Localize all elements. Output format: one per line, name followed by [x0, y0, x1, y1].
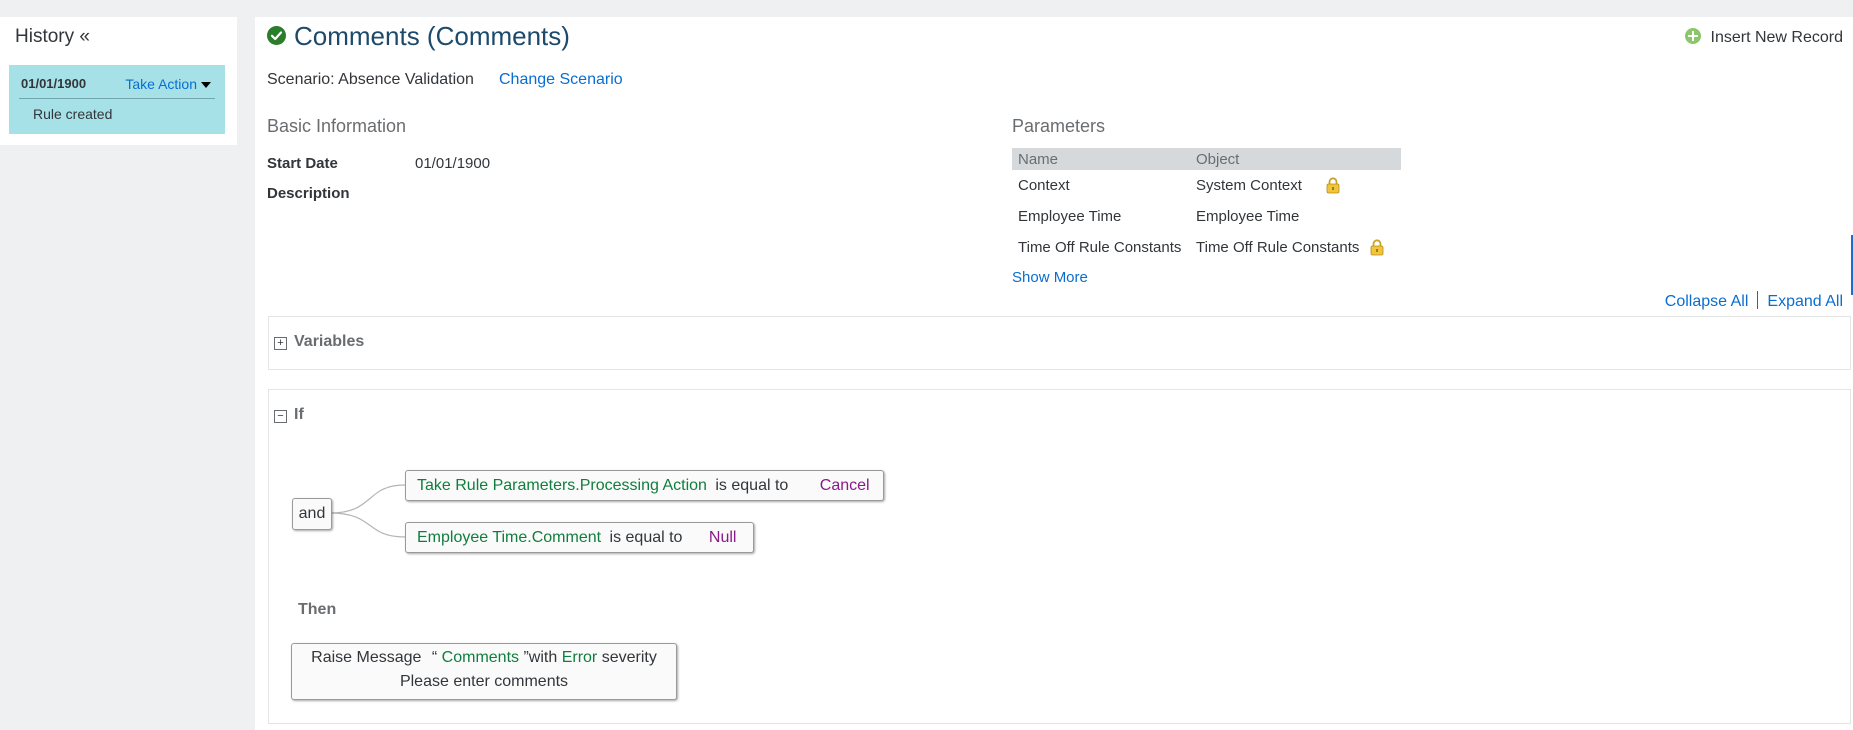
condition-node[interactable]: Employee Time.Comment is equal to Null	[405, 522, 754, 553]
condition-operator[interactable]: is equal to	[715, 477, 788, 494]
param-object-cell: Time Off Rule Constants	[1190, 232, 1401, 263]
table-header-row: Name Object	[1012, 148, 1401, 170]
open-quote: “	[431, 649, 438, 666]
history-entry-note: Rule created	[33, 106, 113, 122]
message-key[interactable]: Comments	[442, 649, 519, 666]
parameters-table: Name Object Context System Context Emplo…	[1012, 148, 1401, 263]
table-row: Context System Context	[1012, 170, 1401, 201]
show-more-link[interactable]: Show More	[1012, 269, 1088, 286]
column-header-object: Object	[1190, 148, 1401, 170]
expand-all-link[interactable]: Expand All	[1767, 293, 1843, 310]
history-entry-date: 01/01/1900	[21, 76, 87, 91]
lock-icon	[1326, 177, 1340, 194]
table-row: Employee Time Employee Time	[1012, 201, 1401, 232]
rule-editor-panel: Comments (Comments) Insert New Record Sc…	[255, 17, 1853, 730]
divider	[1757, 291, 1759, 309]
condition-value[interactable]: Null	[709, 529, 737, 546]
with-text: with	[528, 649, 558, 666]
condition-field[interactable]: Take Rule Parameters.Processing Action	[417, 477, 707, 494]
history-title[interactable]: History «	[0, 17, 237, 59]
condition-node[interactable]: Take Rule Parameters.Processing Action i…	[405, 470, 884, 501]
insert-new-record-label: Insert New Record	[1710, 29, 1844, 46]
param-object-cell: Employee Time	[1190, 201, 1401, 232]
parameters-heading: Parameters	[1012, 116, 1106, 136]
param-name: Time Off Rule Constants	[1018, 239, 1182, 256]
column-header-name: Name	[1012, 148, 1190, 170]
action-verb: Raise Message	[311, 649, 422, 666]
take-action-button[interactable]: Take Action	[125, 76, 211, 92]
table-row: Time Off Rule Constants Time Off Rule Co…	[1012, 232, 1401, 263]
condition-field[interactable]: Employee Time.Comment	[417, 529, 601, 546]
action-line: Raise Message “ Comments ”with Error sev…	[292, 644, 676, 672]
history-panel: History « 01/01/1900 Take Action Rule cr…	[0, 17, 237, 145]
raise-message-node[interactable]: Raise Message “ Comments ”with Error sev…	[291, 643, 677, 700]
condition-connectors	[329, 484, 406, 538]
insert-new-record-button[interactable]: Insert New Record	[1684, 28, 1844, 47]
param-name: Context	[1018, 177, 1070, 194]
add-circle-icon	[1684, 28, 1701, 44]
then-title: Then	[298, 601, 337, 618]
history-entry[interactable]: 01/01/1900 Take Action Rule created	[9, 65, 225, 134]
caret-down-icon	[201, 82, 211, 89]
param-object: Time Off Rule Constants	[1196, 238, 1360, 256]
collapse-expand-controls: Collapse All Expand All	[1665, 291, 1843, 311]
lock-icon	[1370, 239, 1384, 256]
condition-value[interactable]: Cancel	[820, 477, 870, 494]
param-object-cell: System Context	[1190, 170, 1401, 201]
divider	[19, 98, 215, 99]
param-object: Employee Time	[1196, 208, 1300, 225]
take-action-label: Take Action	[125, 76, 197, 92]
param-name: Employee Time	[1018, 208, 1122, 225]
collapse-all-link[interactable]: Collapse All	[1665, 293, 1749, 310]
param-object: System Context	[1196, 176, 1302, 194]
severity-word: severity	[601, 649, 657, 666]
and-operator-node[interactable]: and	[292, 498, 332, 530]
severity-value[interactable]: Error	[562, 649, 598, 666]
condition-operator[interactable]: is equal to	[610, 529, 683, 546]
message-text: Please enter comments	[399, 673, 569, 690]
